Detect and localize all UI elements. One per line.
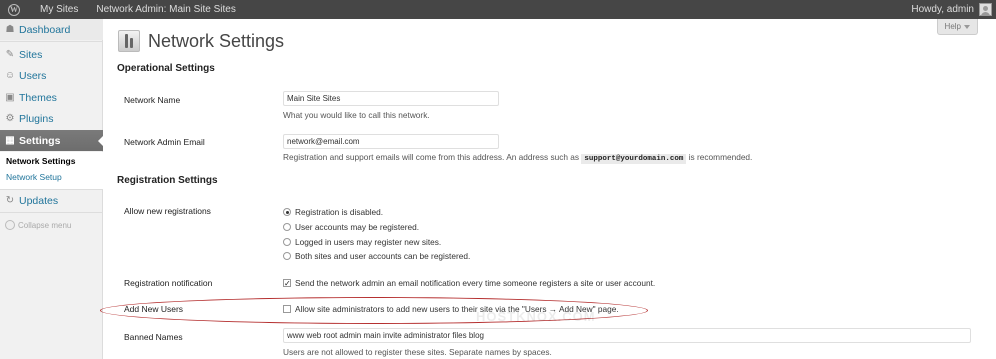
sidebar-item-label: Plugins [19,112,54,125]
sidebar-item-label: Users [19,69,47,82]
checkbox-label: Send the network admin an email notifica… [295,278,656,288]
account-menu[interactable]: Howdy, admin [911,3,992,16]
checkbox[interactable]: ✓ [283,279,291,288]
settings-submenu: Network Settings Network Setup [0,152,103,190]
radio-label: Logged in users may register new sites. [295,237,442,247]
plugins-icon: ⚙ [5,113,15,124]
collapse-label: Collapse menu [18,220,72,230]
menu-separator [0,41,103,42]
sidebar-item-label: Themes [19,91,57,104]
add-new-users-label: Add New Users [124,304,184,314]
sidebar-item-label: Updates [19,194,59,207]
radio-logged-in-sites[interactable]: Logged in users may register new sites. [283,237,441,247]
registration-notification-checkbox[interactable]: ✓ Send the network admin an email notifi… [283,278,655,288]
checkbox-label: Allow site administrators to add new use… [295,304,619,314]
collapse-menu-button[interactable]: Collapse menu [5,220,71,230]
help-label: Help [944,22,961,31]
themes-icon: ▣ [5,92,15,103]
main-content: Help Network Settings Operational Settin… [100,19,996,359]
network-name-input[interactable]: Main Site Sites [283,91,499,106]
admin-email-label: Network Admin Email [124,137,205,147]
banned-names-input[interactable]: www web root admin main invite administr… [283,328,971,343]
admin-email-desc-post: is recommended. [688,152,753,162]
radio-button[interactable] [283,252,291,260]
avatar[interactable] [979,3,992,16]
banned-names-label: Banned Names [124,332,183,342]
submenu-network-setup[interactable]: Network Setup [6,172,62,182]
admin-email-description: Registration and support emails will com… [283,152,753,164]
admin-email-input[interactable]: network@email.com [283,134,499,149]
allow-registrations-label: Allow new registrations [124,206,211,216]
users-icon: ☺ [4,70,16,81]
menu-separator [0,212,103,213]
wordpress-logo-icon[interactable]: W [6,3,22,17]
radio-label: User accounts may be registered. [295,222,420,232]
sidebar-item-updates[interactable]: ↻ Updates [0,190,103,211]
chevron-down-icon [964,24,970,29]
registration-settings-heading: Registration Settings [117,175,218,186]
sidebar-item-label: Dashboard [19,23,71,36]
sidebar-item-sites[interactable]: ✎ Sites [0,44,103,65]
radio-button[interactable] [283,238,291,246]
radio-user-accounts[interactable]: User accounts may be registered. [283,222,419,232]
collapse-icon [5,220,15,230]
sidebar-item-users[interactable]: ☺ Users [0,65,103,86]
admin-sidebar: ☗ Dashboard ✎ Sites ☺ Users ▣ Themes ⚙ P… [0,19,104,359]
sidebar-item-label: Settings [19,134,61,147]
sidebar-item-settings[interactable]: ▦ Settings [0,130,104,151]
network-name-description: What you would like to call this network… [283,110,430,120]
settings-page-icon [118,30,140,52]
sidebar-item-label: Sites [19,48,43,61]
network-admin-link[interactable]: Network Admin: Main Site Sites [96,4,236,15]
add-new-users-checkbox[interactable]: Allow site administrators to add new use… [283,304,619,314]
sites-icon: ✎ [5,49,15,60]
sidebar-item-plugins[interactable]: ⚙ Plugins [0,108,103,129]
help-tab[interactable]: Help [936,19,978,35]
updates-icon: ↻ [5,195,15,206]
admin-email-example-code: support@yourdomain.com [581,154,687,164]
network-name-label: Network Name [124,95,181,105]
radio-button[interactable] [283,208,291,216]
radio-button[interactable] [283,223,291,231]
sidebar-item-dashboard[interactable]: ☗ Dashboard [0,19,103,40]
radio-label: Both sites and user accounts can be regi… [295,251,471,261]
submenu-network-settings[interactable]: Network Settings [6,156,75,166]
banned-names-description: Users are not allowed to register these … [283,347,552,357]
admin-bar: W My Sites Network Admin: Main Site Site… [0,0,996,19]
radio-both[interactable]: Both sites and user accounts can be regi… [283,251,470,261]
radio-label: Registration is disabled. [295,207,384,217]
checkbox[interactable] [283,305,291,313]
radio-registration-disabled[interactable]: Registration is disabled. [283,207,383,217]
registration-notification-label: Registration notification [124,278,213,288]
page-title: Network Settings [148,31,285,51]
howdy-text[interactable]: Howdy, admin [911,4,974,15]
my-sites-link[interactable]: My Sites [40,4,78,15]
admin-email-desc-pre: Registration and support emails will com… [283,152,580,162]
dashboard-icon: ☗ [5,24,15,35]
settings-icon: ▦ [5,135,15,146]
sidebar-item-themes[interactable]: ▣ Themes [0,87,103,108]
operational-settings-heading: Operational Settings [117,63,215,74]
